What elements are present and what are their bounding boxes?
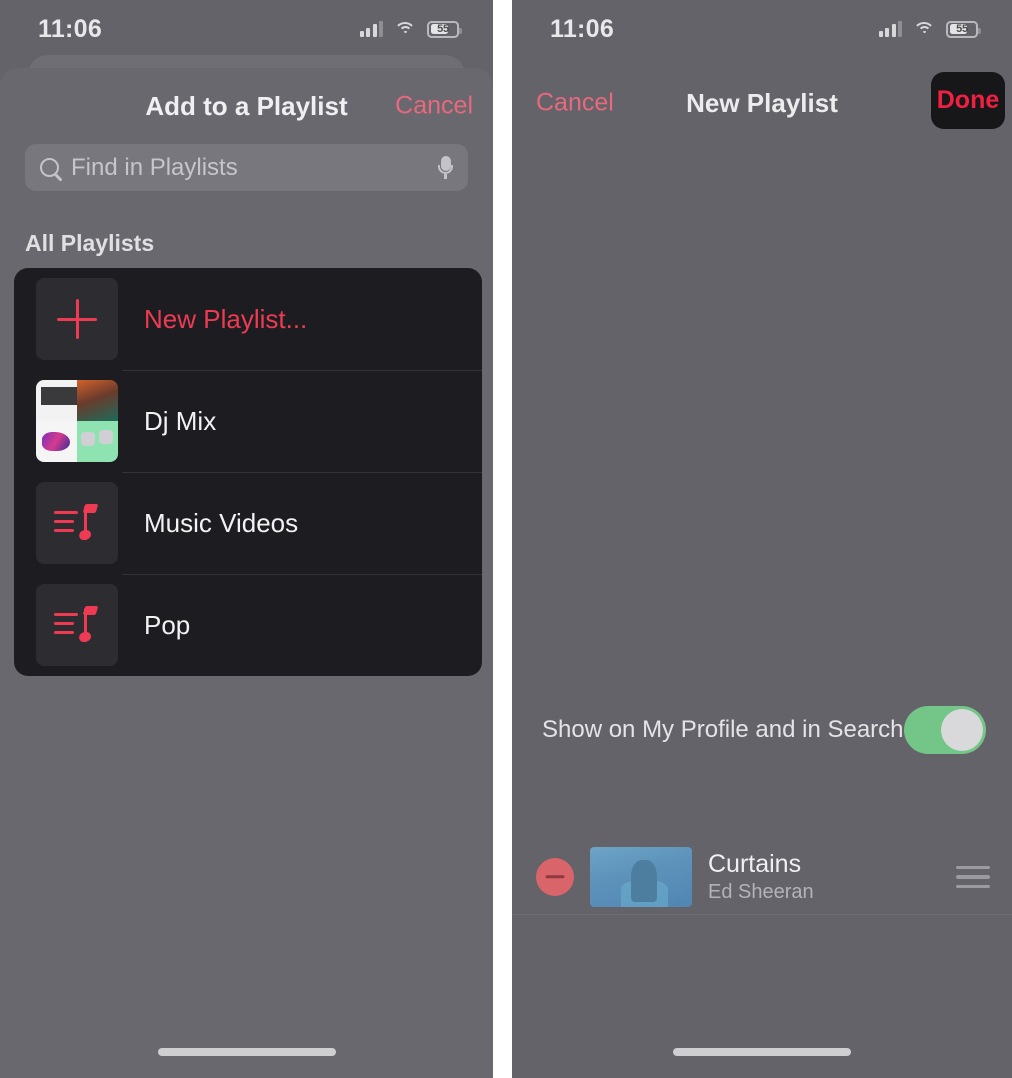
battery-icon: 55 <box>946 20 981 38</box>
list-item-song[interactable]: Curtains Ed Sheeran <box>512 842 1012 912</box>
music-note-list-icon <box>36 584 118 666</box>
battery-icon: 55 <box>427 20 462 38</box>
cancel-button[interactable]: Cancel <box>536 89 614 118</box>
done-button-label: Done <box>936 86 1000 114</box>
list-item-label: New Playlist... <box>144 303 308 334</box>
cellular-bars-icon <box>359 21 383 37</box>
dual-screenshot-stage: 11:06 55 Add to a Playlist Cancel Find i… <box>0 0 1012 1078</box>
left-phone-screen: 11:06 55 Add to a Playlist Cancel Find i… <box>0 0 493 1078</box>
list-item-label: Music Videos <box>144 507 299 538</box>
cancel-button[interactable]: Cancel <box>395 92 473 121</box>
status-bar-indicators: 55 <box>878 20 981 38</box>
music-note-list-icon <box>36 482 118 564</box>
status-bar-indicators: 55 <box>359 20 462 38</box>
right-phone-screen: 11:06 55 Cancel New Playlist Done Show o… <box>512 0 1012 1078</box>
profile-visibility-row[interactable]: Show on My Profile and in Search <box>512 700 1012 760</box>
song-metadata: Curtains Ed Sheeran <box>708 850 940 904</box>
song-artwork <box>590 847 692 907</box>
section-header-all-playlists: All Playlists <box>25 230 155 256</box>
cellular-bars-icon <box>878 21 902 37</box>
sheet-header: Add to a Playlist Cancel <box>0 68 493 144</box>
battery-percent-label: 55 <box>956 23 968 35</box>
battery-percent-label: 55 <box>437 23 449 35</box>
wifi-icon <box>913 21 935 37</box>
profile-visibility-label: Show on My Profile and in Search <box>542 716 904 743</box>
toggle-knob <box>941 709 983 751</box>
list-item-music-videos[interactable]: Music Videos <box>14 472 482 574</box>
plus-icon <box>36 278 118 360</box>
status-bar-right: 11:06 55 <box>512 0 1012 58</box>
song-title: Curtains <box>708 850 802 878</box>
page-title: Add to a Playlist <box>145 90 348 121</box>
status-bar-clock: 11:06 <box>550 14 615 43</box>
list-item-pop[interactable]: Pop <box>14 574 482 676</box>
microphone-icon[interactable] <box>438 155 453 180</box>
home-indicator[interactable] <box>157 1048 336 1056</box>
wifi-icon <box>394 21 416 37</box>
done-button[interactable]: Done <box>931 72 1005 129</box>
panel-divider <box>493 0 512 1078</box>
search-input[interactable]: Find in Playlists <box>25 144 468 191</box>
list-item-label: Dj Mix <box>144 405 217 436</box>
song-artist: Ed Sheeran <box>708 881 814 903</box>
minus-circle-icon[interactable] <box>536 858 574 896</box>
status-bar-left: 11:06 55 <box>0 0 493 58</box>
playlist-list-highlight-card: New Playlist... Dj Mix Music Videos Pop <box>14 268 482 676</box>
home-indicator[interactable] <box>673 1048 851 1056</box>
page-title: New Playlist <box>686 87 838 118</box>
search-icon <box>40 158 59 177</box>
drag-handle-icon[interactable] <box>956 866 990 888</box>
status-bar-clock: 11:06 <box>38 14 103 43</box>
list-item-dj-mix[interactable]: Dj Mix <box>14 370 482 472</box>
list-item-label: Pop <box>144 609 191 640</box>
album-collage-artwork <box>36 380 118 462</box>
song-row-divider <box>512 914 1012 915</box>
profile-visibility-toggle[interactable] <box>904 706 986 754</box>
list-item-new-playlist[interactable]: New Playlist... <box>14 268 482 370</box>
search-placeholder: Find in Playlists <box>71 153 238 181</box>
